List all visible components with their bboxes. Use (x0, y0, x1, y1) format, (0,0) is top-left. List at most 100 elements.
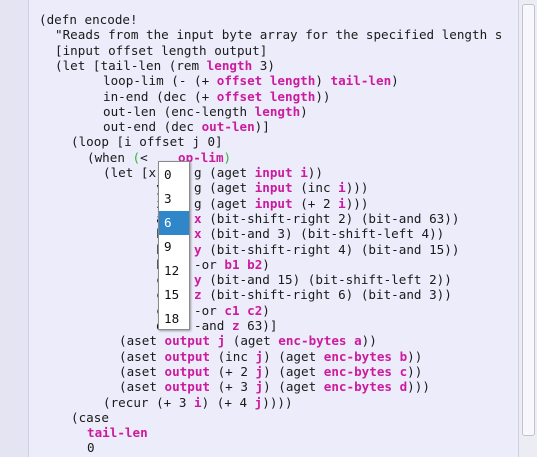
code-token: tail-len (330, 73, 392, 89)
code-line[interactable]: "Reads from the input byte array for the… (55, 27, 502, 42)
code-line[interactable]: (let [tail-len (rem length 3) (55, 58, 275, 73)
autocomplete-item[interactable]: 12 (159, 259, 189, 283)
autocomplete-item[interactable]: 18 (159, 307, 189, 331)
code-line[interactable]: loop-lim (- (+ offset length) tail-len) (103, 73, 399, 88)
code-token: out-end (dec (103, 119, 202, 135)
code-token: c (103, 272, 164, 288)
code-token: 3) (252, 57, 275, 73)
code-token: (recur (+ 3 (103, 394, 194, 410)
code-token: enc-bytes a (278, 333, 362, 349)
code-token: )) (361, 333, 377, 349)
code-token: (loop [i offset j 0] (71, 134, 223, 150)
code-token: g (aget (194, 195, 255, 211)
code-token: length (269, 88, 316, 104)
code-line[interactable]: out-len (enc-length length) (103, 104, 308, 119)
code-token: ( (132, 149, 141, 165)
code-token: length (254, 103, 301, 119)
line-gutter (0, 0, 29, 457)
code-line[interactable]: y g (aget input (inc i))) (103, 180, 368, 195)
code-token: tail-len (87, 425, 148, 441)
code-token: j (255, 348, 264, 364)
code-token: ))) (345, 195, 369, 211)
autocomplete-item[interactable]: 15 (159, 283, 189, 307)
code-token: )) (407, 348, 423, 364)
code-line[interactable]: tail-len (87, 425, 148, 440)
code-line[interactable]: (aset output (+ 3 j) (aget enc-bytes d))… (119, 379, 430, 394)
code-line[interactable]: d -and z 63)] (103, 318, 277, 333)
autocomplete-item[interactable]: 9 (159, 235, 189, 259)
code-line[interactable]: (recur (+ 3 i) (+ 4 j)))) (103, 395, 293, 410)
code-token: (aget (225, 333, 279, 349)
code-token: -and (194, 318, 232, 333)
code-token: (when (87, 149, 133, 165)
code-token: (aset (119, 333, 165, 349)
code-line[interactable]: z g (aget input (+ 2 i))) (103, 196, 368, 211)
code-token: c1 c2 (224, 302, 263, 318)
code-token: (defn encode! (39, 12, 138, 27)
code-token: g (aget (194, 180, 255, 196)
code-token: (case (71, 409, 109, 425)
code-token: a (103, 210, 164, 226)
code-token: output (164, 348, 211, 364)
autocomplete-item[interactable]: 3 (159, 187, 189, 211)
code-token: ) (315, 73, 331, 89)
code-token: -or (194, 256, 225, 272)
code-line[interactable]: (loop [i offset j 0] (71, 134, 223, 149)
vertical-scrollbar[interactable] (518, 0, 537, 457)
autocomplete-popup[interactable]: 0 3 6 9 12 15 18 (158, 161, 190, 330)
code-token: input (254, 180, 293, 196)
code-token: b (103, 256, 164, 272)
code-token: b1 b2 (224, 256, 263, 272)
code-token: c (103, 287, 164, 303)
code-token: (inc (292, 180, 339, 196)
code-token: (inc (210, 348, 256, 364)
autocomplete-item[interactable]: 0 (159, 163, 189, 187)
code-token: ) (aget (263, 379, 324, 395)
code-token: ) (223, 149, 232, 165)
code-token: c (103, 302, 164, 318)
code-token: z (231, 318, 240, 333)
code-token: )))) (262, 394, 293, 410)
code-token: (+ 2 (292, 195, 339, 211)
scrollbar-thumb[interactable] (522, 4, 535, 436)
code-token: (bit-and 15) (bit-shift-left 2)) (201, 272, 452, 288)
code-token: z (194, 287, 202, 303)
code-line[interactable]: b x (bit-and 3) (bit-shift-left 4)) (103, 226, 444, 241)
code-token: (+ 3 (210, 379, 256, 395)
code-line[interactable]: in-end (dec (+ offset length)) (103, 89, 331, 104)
code-token: )) (307, 165, 323, 180)
code-line[interactable]: out-end (dec out-len)] (103, 119, 270, 134)
code-line[interactable]: c z (bit-shift-right 6) (bit-and 3)) (103, 287, 452, 302)
code-token: output (164, 363, 211, 379)
code-token: (bit-shift-right 2) (bit-and 63)) (201, 210, 460, 226)
code-line[interactable]: (aset output (+ 2 j) (aget enc-bytes c)) (119, 364, 422, 379)
code-token: (bit-shift-right 6) (bit-and 3)) (201, 287, 452, 303)
code-token: ) (+ 4 (201, 394, 255, 410)
code-token: (let [x (103, 165, 157, 180)
code-line[interactable]: (let [x g (aget input i)) (103, 165, 323, 180)
code-line[interactable]: b y (bit-shift-right 4) (bit-and 15)) (103, 242, 459, 257)
autocomplete-item[interactable]: 6 (159, 211, 189, 235)
code-line[interactable]: (defn encode! (39, 12, 138, 27)
code-token: < (140, 149, 148, 165)
code-token: length (269, 73, 316, 89)
code-token: output (164, 379, 211, 395)
code-token: (aset (119, 363, 165, 379)
code-token: ) (262, 256, 270, 272)
code-line[interactable]: (aset output (inc j) (aget enc-bytes b)) (119, 349, 422, 364)
code-token: j (255, 379, 264, 395)
code-token: ))) (345, 180, 369, 196)
code-token: i (338, 195, 346, 211)
code-token: (bit-and 3) (bit-shift-left 4)) (201, 226, 445, 242)
code-line[interactable]: a x (bit-shift-right 2) (bit-and 63)) (103, 211, 459, 226)
code-line[interactable]: (aset output j (aget enc-bytes a)) (119, 333, 377, 348)
code-editor[interactable]: (defn encode! "Reads from the input byte … (29, 0, 519, 457)
code-token: "Reads from the input byte array for the… (55, 27, 503, 43)
code-line[interactable]: c y (bit-and 15) (bit-shift-left 2)) (103, 272, 452, 287)
code-line[interactable]: 0 (87, 440, 95, 455)
code-line[interactable]: [input offset length output] (55, 43, 267, 58)
code-token: out-len (enc-length (103, 103, 255, 119)
code-line[interactable]: (case (71, 410, 109, 425)
code-token: enc-bytes d (323, 379, 408, 395)
